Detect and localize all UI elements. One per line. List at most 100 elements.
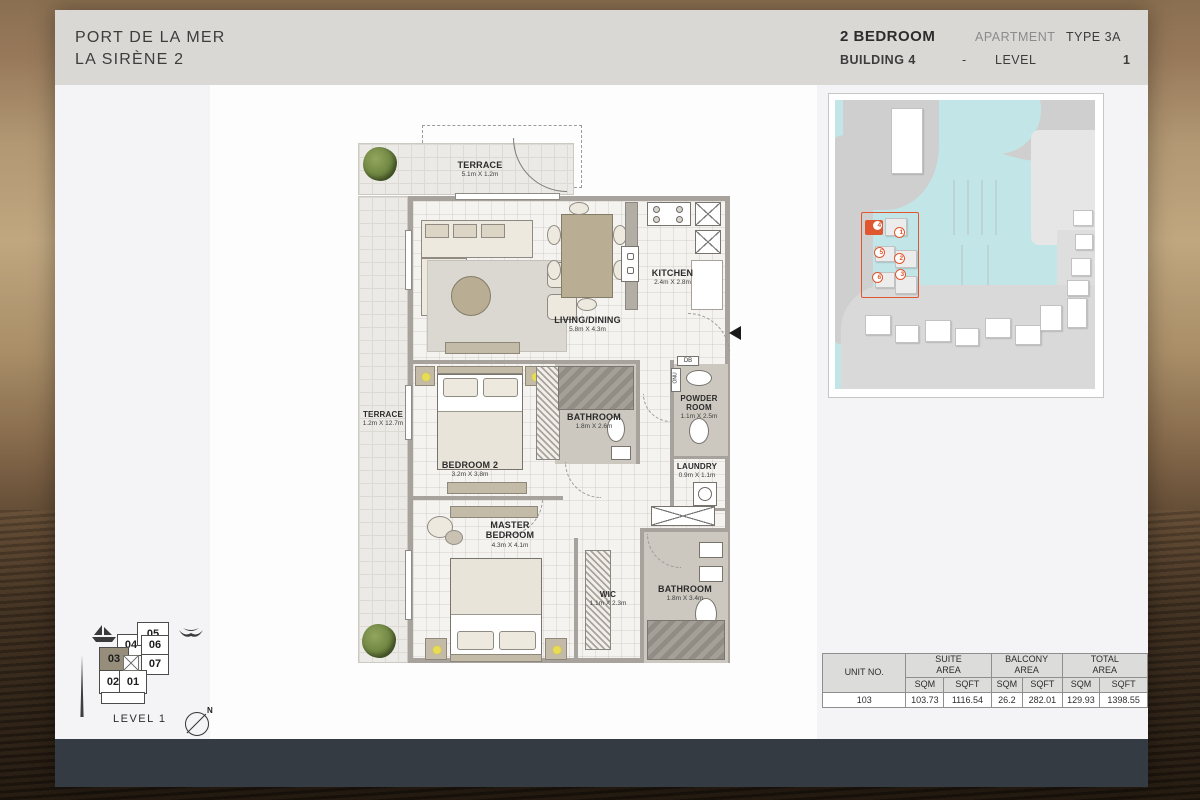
map-land [1031, 130, 1095, 245]
building-number: 5 [880, 248, 884, 257]
map-circle-1: 1 [894, 227, 905, 238]
sofa-cushion [425, 224, 449, 238]
room-name: POWDER ROOM [670, 394, 728, 412]
col-balcony-area: BALCONY AREA [991, 654, 1062, 678]
room-dims: 1.8m X 2.6m [552, 423, 636, 430]
pillow [499, 631, 536, 650]
map-building [1067, 298, 1087, 328]
burner-icon [653, 216, 660, 223]
keyplan-core [123, 655, 139, 671]
map-building [1015, 325, 1041, 345]
room-label-terrace-side: TERRACE 1.2m X 12.7m [355, 410, 411, 427]
keyplan-extension [101, 692, 145, 704]
dining-chair [577, 298, 597, 311]
room-label-master: MASTER BEDROOM 4.3m X 4.1m [455, 520, 565, 549]
console-table [445, 342, 520, 354]
onu-box: ONU [671, 368, 681, 392]
burner-icon [653, 206, 660, 213]
map-cluster-outline [861, 212, 919, 298]
wings-icon [179, 628, 203, 640]
room-name: LIVING/DINING [535, 315, 640, 325]
room-dims: 1.1m X 2.3m [579, 600, 637, 607]
room-dims: 1.1m X 2.5m [670, 413, 728, 420]
dining-chair [547, 225, 561, 245]
toilet [689, 418, 709, 444]
type-label: TYPE 3A [1066, 30, 1121, 44]
room-name: TERRACE [430, 160, 530, 170]
dining-chair [547, 260, 561, 280]
bathroom-sink [699, 566, 723, 582]
cell-total-sqm: 129.93 [1062, 692, 1100, 707]
wall [636, 360, 640, 464]
room-dims: 1.2m X 12.7m [355, 420, 411, 427]
room-label-laundry: LAUNDRY 0.9m X 1.1m [666, 462, 728, 479]
unit-number: 01 [127, 676, 139, 688]
db-label: DB [678, 358, 698, 364]
pillow [457, 631, 494, 650]
shower [558, 366, 634, 410]
apartment-info: 2 BEDROOM APARTMENT TYPE 3A BUILDING 4 -… [840, 26, 1140, 70]
col-total-area: TOTAL AREA [1062, 654, 1147, 678]
apartment-label: APARTMENT [975, 30, 1055, 44]
map-building [1071, 258, 1091, 276]
project-title-line2: LA SIRÈNE 2 [75, 49, 225, 71]
bathroom-sink [611, 446, 631, 460]
footer-bar [55, 739, 1148, 787]
room-name: WIC [579, 590, 637, 599]
stove [647, 202, 691, 226]
room-label-wic: WIC 1.1m X 2.3m [579, 590, 637, 607]
map-building [1040, 305, 1062, 331]
room-name: BATHROOM [642, 584, 728, 594]
appliance-box [695, 230, 721, 254]
sink-basin [627, 253, 634, 260]
map-pier [961, 245, 963, 285]
building-number: 1 [900, 228, 904, 237]
keyplan-level-label: LEVEL 1 [113, 713, 167, 725]
area-table: UNIT NO. SUITE AREA BALCONY AREA TOTAL A… [822, 653, 1148, 708]
site-map-content: 4 1 5 2 6 3 [835, 100, 1095, 389]
map-building [895, 325, 919, 343]
cell-balcony-sqft: 282.01 [1023, 692, 1062, 707]
bathroom-sink [699, 542, 723, 558]
room-label-terrace-top: TERRACE 5.1m X 1.2m [430, 160, 530, 178]
col-sqft: SQFT [1023, 677, 1062, 692]
cell-balcony-sqm: 26.2 [991, 692, 1023, 707]
window [405, 550, 412, 620]
map-pier [995, 180, 997, 235]
nightstand [425, 638, 447, 660]
pillow [443, 378, 478, 397]
powder-sink [686, 370, 712, 386]
terrace-side-floor [358, 196, 408, 663]
wall [672, 456, 728, 459]
room-name: BATHROOM [552, 412, 636, 422]
col-sqm: SQM [991, 677, 1023, 692]
sliding-door [455, 193, 560, 200]
room-name: TERRACE [355, 410, 411, 419]
burner-icon [676, 216, 683, 223]
col-sqft: SQFT [944, 677, 991, 692]
unit-number: 06 [149, 639, 161, 651]
keyplan-unit-01: 01 [119, 670, 147, 694]
map-building [925, 320, 951, 342]
bench [447, 482, 527, 494]
building-number: 4 [878, 221, 882, 230]
compass-north-label: N [207, 706, 213, 715]
level-value: 1 [1123, 53, 1130, 67]
burner-icon [676, 206, 683, 213]
site-map: 4 1 5 2 6 3 [828, 93, 1104, 398]
coffee-table [451, 276, 491, 316]
map-building [985, 318, 1011, 338]
unit-number: 03 [108, 653, 120, 665]
lamp-icon [433, 646, 441, 654]
map-pier [967, 180, 969, 235]
table-row: 103 103.73 1116.54 26.2 282.01 129.93 13… [823, 692, 1148, 707]
separator: - [962, 53, 967, 67]
floor-plan: DB ONU TERRACE [355, 110, 750, 685]
rug [427, 260, 567, 352]
bed [437, 374, 523, 470]
room-label-bedroom2: BEDROOM 2 3.2m X 3.8m [420, 460, 520, 478]
room-name: KITCHEN [625, 268, 720, 278]
cell-suite-sqm: 103.73 [906, 692, 944, 707]
bedroom-count: 2 BEDROOM [840, 28, 935, 45]
map-building [865, 315, 891, 335]
